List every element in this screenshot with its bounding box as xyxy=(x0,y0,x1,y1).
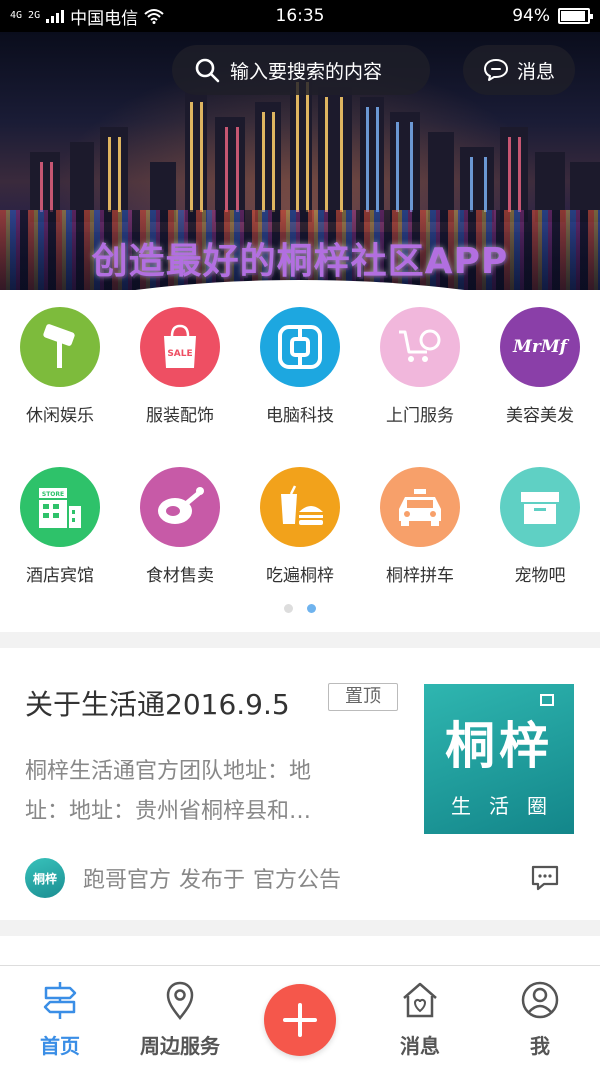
messages-label: 消息 xyxy=(516,60,555,83)
tab-label: 消息 xyxy=(400,1034,440,1058)
store-sign-text: STORE xyxy=(42,491,64,498)
battery-percent: 94% xyxy=(512,6,550,26)
category-icon-bg: MrMf xyxy=(500,307,580,387)
category-beauty[interactable]: MrMf 美容美发 xyxy=(480,307,600,426)
category-icon-bg xyxy=(380,467,460,547)
channel-name[interactable]: 官方公告 xyxy=(253,862,341,894)
category-carpool[interactable]: 桐梓拼车 xyxy=(360,467,480,586)
tab-nearby-services[interactable]: 周边服务 xyxy=(120,980,240,1059)
status-left: 4G 2G 中国电信 xyxy=(10,4,512,29)
next-post-card[interactable] xyxy=(0,936,600,966)
chat-bubble-icon xyxy=(483,59,508,81)
category-clothing[interactable]: SALE 服装配饰 xyxy=(120,307,240,426)
tab-home[interactable]: 首页 xyxy=(0,980,120,1059)
microphone-icon xyxy=(43,324,75,368)
category-icon-bg xyxy=(260,307,340,387)
category-icon-bg: STORE xyxy=(20,467,100,547)
category-icon-bg xyxy=(260,467,340,547)
category-label: 宠物吧 xyxy=(514,566,566,586)
category-leisure[interactable]: 休闲娱乐 xyxy=(0,307,120,426)
plus-icon xyxy=(283,1003,317,1037)
messages-button[interactable]: 消息 xyxy=(463,45,575,95)
battery-icon xyxy=(558,8,593,24)
add-post-button[interactable] xyxy=(264,984,336,1056)
signpost-icon xyxy=(43,982,77,1019)
category-label: 上门服务 xyxy=(386,406,454,426)
search-placeholder: 输入要搜索的内容 xyxy=(230,60,383,83)
thumbnail-title: 桐梓 xyxy=(445,717,553,775)
category-icon-bg xyxy=(20,307,100,387)
post-meta: 桐梓 跑哥官方 发布于 官方公告 xyxy=(25,858,341,898)
page-dot-active[interactable] xyxy=(307,604,316,613)
page-dot[interactable] xyxy=(284,604,293,613)
category-hotel[interactable]: STORE 酒店宾馆 xyxy=(0,467,120,586)
status-right: 94% xyxy=(512,6,593,26)
comment-icon[interactable] xyxy=(530,864,560,892)
beauty-logo-icon: MrMf xyxy=(513,337,567,357)
category-icon-bg: SALE xyxy=(140,307,220,387)
post-meta-text: 跑哥官方 发布于 官方公告 xyxy=(83,862,341,894)
search-icon xyxy=(195,58,220,83)
post-excerpt: 桐梓生活通官方团队地址：地 址：地址：贵州省桐梓县和… xyxy=(25,752,395,832)
author-name[interactable]: 跑哥官方 xyxy=(83,862,171,894)
post-excerpt-line: 桐梓生活通官方团队地址：地 xyxy=(25,759,312,784)
post-thumbnail[interactable]: 桐梓 生活圈 xyxy=(424,684,574,834)
tab-label: 首页 xyxy=(40,1034,80,1058)
category-tech[interactable]: 电脑科技 xyxy=(240,307,360,426)
fast-food-icon xyxy=(281,485,323,525)
cart-icon xyxy=(399,329,441,362)
wifi-icon xyxy=(144,9,164,24)
category-label: 桐梓拼车 xyxy=(386,566,454,586)
signal-icon xyxy=(46,9,65,23)
category-label: 电脑科技 xyxy=(266,406,334,426)
shopping-bag-icon xyxy=(164,324,196,368)
category-label: 食材售卖 xyxy=(146,566,214,586)
category-label: 休闲娱乐 xyxy=(26,406,94,426)
tab-me[interactable]: 我 xyxy=(480,980,600,1059)
hotel-icon: STORE xyxy=(39,488,81,528)
image-icon xyxy=(540,694,554,706)
post-card[interactable]: 关于生活通2016.9.5 置顶 桐梓生活通官方团队地址：地 址：地址：贵州省桐… xyxy=(0,648,600,920)
category-label: 酒店宾馆 xyxy=(26,566,94,586)
tab-messages[interactable]: 消息 xyxy=(360,980,480,1059)
pinned-badge: 置顶 xyxy=(328,683,398,711)
tab-label: 我 xyxy=(530,1034,550,1058)
category-pets[interactable]: 宠物吧 xyxy=(480,467,600,586)
meat-icon xyxy=(158,487,204,524)
category-eat-tongzi[interactable]: 吃遍桐梓 xyxy=(240,467,360,586)
battery-fill xyxy=(561,11,586,21)
post-title[interactable]: 关于生活通2016.9.5 xyxy=(25,683,290,723)
category-icon-bg xyxy=(500,467,580,547)
box-icon xyxy=(521,492,559,524)
category-icon-bg xyxy=(380,307,460,387)
category-icon-bg xyxy=(140,467,220,547)
category-food-sale[interactable]: 食材售卖 xyxy=(120,467,240,586)
tab-label: 周边服务 xyxy=(140,1034,220,1058)
category-label: 美容美发 xyxy=(506,406,574,426)
banner-slogan: 创造最好的桐梓社区APP xyxy=(91,241,509,282)
category-label: 吃遍桐梓 xyxy=(266,566,334,586)
category-home-service[interactable]: 上门服务 xyxy=(360,307,480,426)
house-heart-icon xyxy=(403,982,437,1018)
taxi-icon xyxy=(399,489,441,526)
avatar[interactable]: 桐梓 xyxy=(25,858,65,898)
post-excerpt-line: 址：地址：贵州省桐梓县和… xyxy=(25,799,312,824)
network-type: 4G 2G xyxy=(10,10,41,21)
published-in-label: 发布于 xyxy=(179,868,246,893)
location-pin-icon xyxy=(166,981,194,1021)
page-indicator xyxy=(0,604,600,613)
status-bar: 4G 2G 中国电信 16:35 94% xyxy=(0,0,600,32)
user-icon xyxy=(521,981,559,1019)
category-label: 服装配饰 xyxy=(146,406,214,426)
thumbnail-subtitle: 生活圈 xyxy=(451,794,565,818)
search-bar[interactable]: 输入要搜索的内容 xyxy=(172,45,430,95)
tech-icon xyxy=(278,325,322,369)
carrier-name: 中国电信 xyxy=(70,8,139,29)
sale-badge: SALE xyxy=(167,349,193,359)
